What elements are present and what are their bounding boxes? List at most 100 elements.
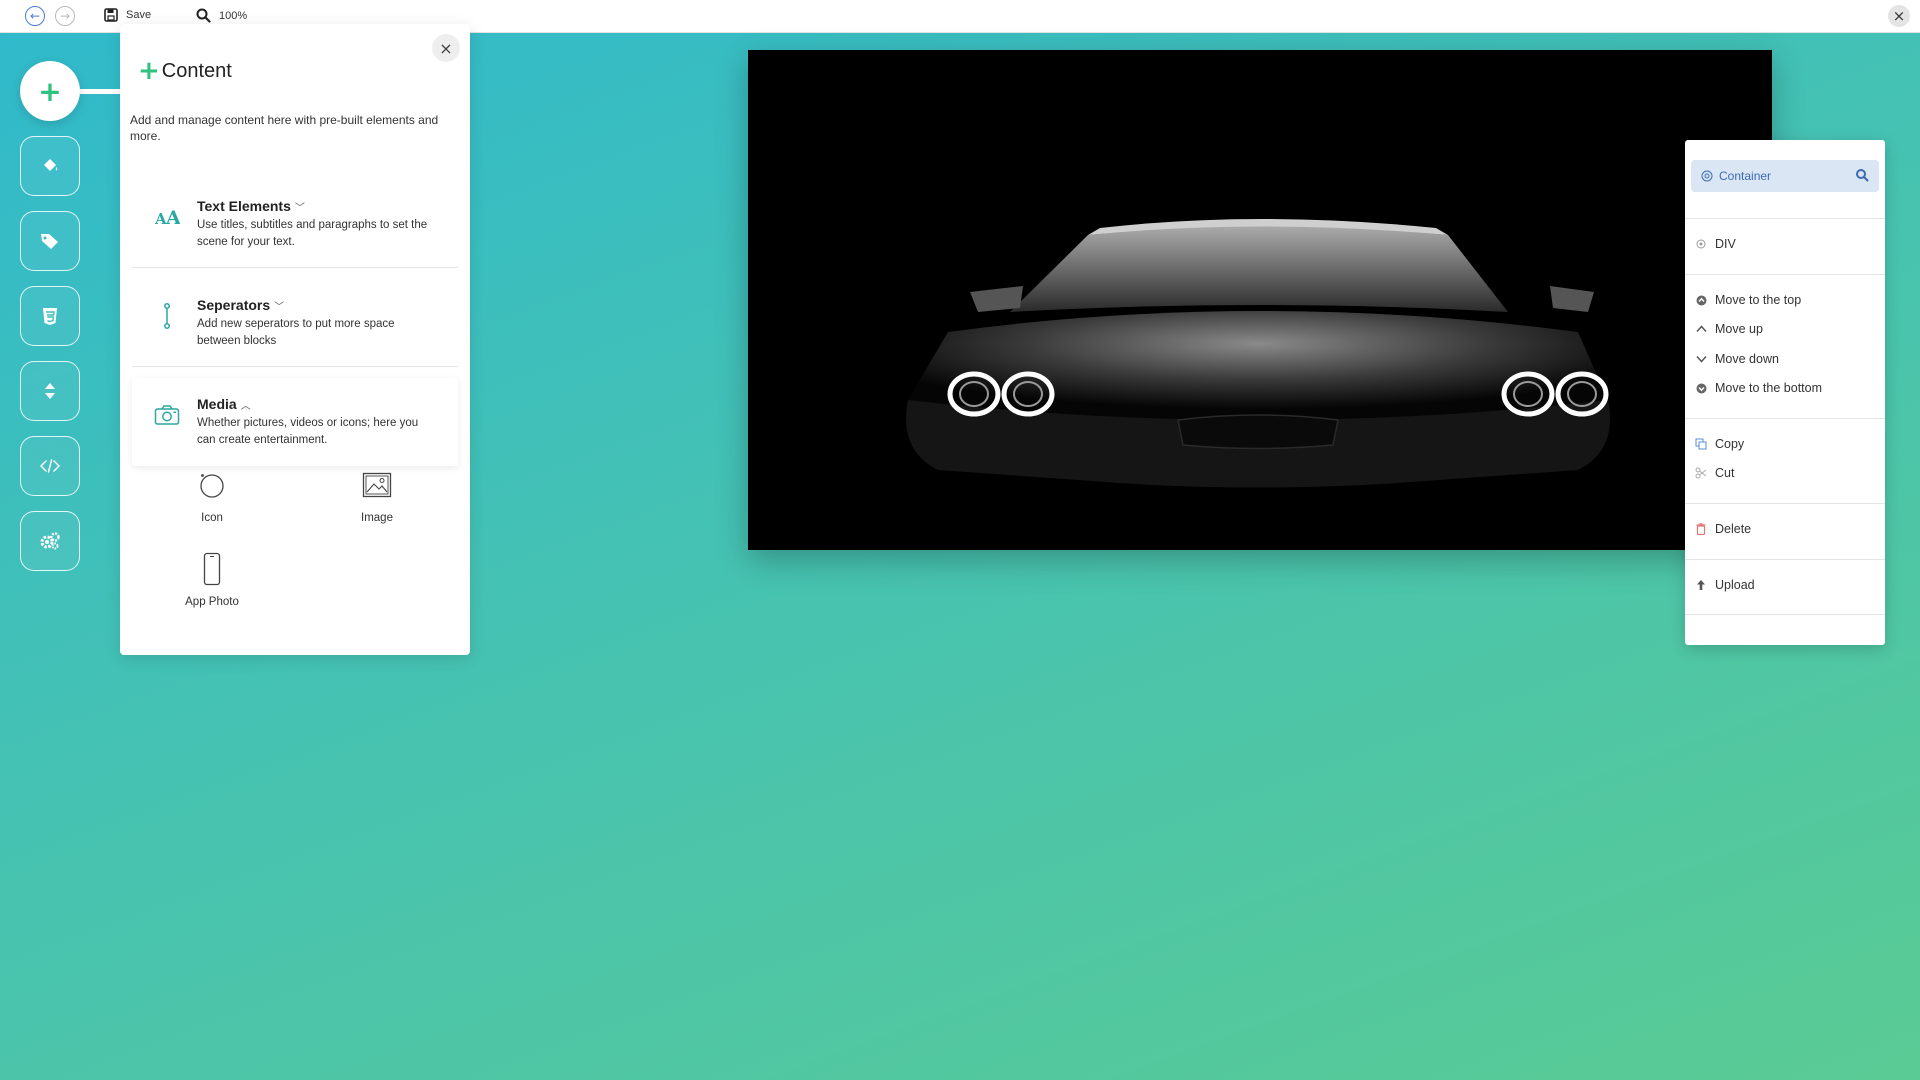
arrow-up-circle-icon xyxy=(1695,294,1707,306)
sidebar-code-button[interactable] xyxy=(20,436,80,496)
container-icon xyxy=(1701,170,1713,182)
section-title: Media ︿ xyxy=(197,396,251,412)
element-type-item[interactable]: DIV xyxy=(1695,233,1880,255)
sidebar-sort-button[interactable] xyxy=(20,361,80,421)
menu-cut[interactable]: Cut xyxy=(1695,462,1880,484)
zoom-control[interactable]: 100% xyxy=(196,8,247,23)
menu-move-up[interactable]: Move up xyxy=(1695,318,1880,340)
media-item-icon[interactable]: Icon xyxy=(152,468,272,538)
scissors-icon xyxy=(1695,467,1707,479)
section-title: Seperators ﹀ xyxy=(197,297,284,313)
element-type-label: DIV xyxy=(1715,237,1736,251)
separator-icon xyxy=(152,301,182,331)
camera-icon xyxy=(152,400,182,430)
arrow-left-circle-icon: ← xyxy=(29,9,41,23)
section-media[interactable]: Media ︿ Whether pictures, videos or icon… xyxy=(132,378,458,466)
chevron-down-icon: ﹀ xyxy=(274,301,285,313)
menu-item-label: Upload xyxy=(1715,578,1755,592)
magnifier-icon xyxy=(196,8,211,23)
content-panel: × + Content Add and manage content here … xyxy=(120,24,470,655)
menu-divider xyxy=(1685,503,1885,504)
sidebar-paint-button[interactable] xyxy=(20,136,80,196)
media-item-label: Image xyxy=(361,512,393,524)
copy-icon xyxy=(1695,438,1707,450)
section-seperators[interactable]: Seperators ﹀ Add new seperators to put m… xyxy=(132,279,458,367)
add-content-button[interactable]: + xyxy=(20,61,80,121)
tag-icon xyxy=(41,234,58,249)
floppy-disk-icon xyxy=(104,8,118,22)
search-icon[interactable] xyxy=(1855,168,1869,182)
sidebar-tag-button[interactable] xyxy=(20,211,80,271)
panel-description: Add and manage content here with pre-bui… xyxy=(130,113,439,143)
close-icon: × xyxy=(439,38,453,58)
panel-close-button[interactable]: × xyxy=(432,34,460,62)
save-button[interactable]: Save xyxy=(104,8,151,22)
image-icon xyxy=(362,468,392,502)
menu-divider xyxy=(1685,614,1885,615)
trash-icon xyxy=(1695,523,1707,535)
sidebar-settings-button[interactable] xyxy=(20,511,80,571)
menu-divider xyxy=(1685,218,1885,219)
menu-item-label: Copy xyxy=(1715,437,1745,451)
section-description: Use titles, subtitles and paragraphs to … xyxy=(197,219,428,248)
media-item-label: Icon xyxy=(201,512,223,524)
menu-item-label: Cut xyxy=(1715,466,1735,480)
section-title-text: Media xyxy=(197,396,237,412)
chevron-up-icon: ︿ xyxy=(240,400,251,412)
menu-move-down[interactable]: Move down xyxy=(1695,348,1880,370)
menu-item-label: Move up xyxy=(1715,322,1763,336)
sort-arrows-icon xyxy=(45,383,55,399)
menu-copy[interactable]: Copy xyxy=(1695,433,1880,455)
menu-item-label: Move to the top xyxy=(1715,293,1802,307)
circle-icon xyxy=(197,468,227,502)
arrow-right-circle-icon: → xyxy=(59,9,71,23)
svg-text:A: A xyxy=(165,207,180,227)
save-label: Save xyxy=(126,9,152,21)
code-icon xyxy=(40,459,60,473)
menu-item-label: Move down xyxy=(1715,352,1779,366)
chevron-down-icon: ﹀ xyxy=(294,202,305,214)
add-button-connector xyxy=(80,89,120,94)
media-item-app-photo[interactable]: App Photo xyxy=(152,552,272,622)
arrow-down-circle-icon xyxy=(1695,382,1707,394)
media-item-label: App Photo xyxy=(185,596,239,608)
forward-button[interactable]: → xyxy=(55,6,75,26)
section-text-elements[interactable]: A A Text Elements ﹀ Use titles, subtitle… xyxy=(132,180,458,268)
media-item-image[interactable]: Image xyxy=(317,468,437,538)
menu-divider xyxy=(1685,418,1885,419)
close-editor-button[interactable]: × xyxy=(1888,5,1910,27)
element-context-menu: Container DIV Move to the top Move up Mo… xyxy=(1685,140,1885,645)
section-title: Text Elements ﹀ xyxy=(197,198,305,214)
menu-move-to-top[interactable]: Move to the top xyxy=(1695,289,1880,311)
css-icon xyxy=(43,308,57,325)
settings-gears-icon xyxy=(40,532,60,550)
chevron-down-icon xyxy=(1695,353,1707,365)
menu-divider xyxy=(1685,274,1885,275)
section-description: Whether pictures, videos or icons; here … xyxy=(197,417,419,446)
plus-icon: + xyxy=(38,74,62,108)
zoom-label: 100% xyxy=(219,9,248,22)
text-aa-icon: A A xyxy=(152,202,182,232)
phone-icon xyxy=(203,552,221,586)
menu-upload[interactable]: Upload xyxy=(1695,574,1880,596)
sidebar-css-button[interactable] xyxy=(20,286,80,346)
element-search-field[interactable]: Container xyxy=(1691,160,1879,192)
panel-title-text: Content xyxy=(161,59,232,82)
section-title-text: Seperators xyxy=(197,297,271,313)
menu-divider xyxy=(1685,559,1885,560)
menu-delete[interactable]: Delete xyxy=(1695,518,1880,540)
back-button[interactable]: ← xyxy=(25,6,45,26)
chevron-up-icon xyxy=(1695,323,1707,335)
menu-item-label: Delete xyxy=(1715,522,1752,536)
section-title-text: Text Elements xyxy=(197,198,291,214)
menu-item-label: Move to the bottom xyxy=(1715,381,1823,395)
element-type-icon xyxy=(1695,238,1707,250)
menu-move-to-bottom[interactable]: Move to the bottom xyxy=(1695,377,1880,399)
car-image xyxy=(906,219,1610,488)
paint-bucket-icon xyxy=(44,159,58,171)
canvas-image-container[interactable] xyxy=(748,50,1772,550)
plus-icon: + xyxy=(138,56,160,86)
upload-icon xyxy=(1695,579,1707,591)
section-description: Add new seperators to put more space bet… xyxy=(197,318,395,347)
panel-title: + Content xyxy=(138,58,232,84)
